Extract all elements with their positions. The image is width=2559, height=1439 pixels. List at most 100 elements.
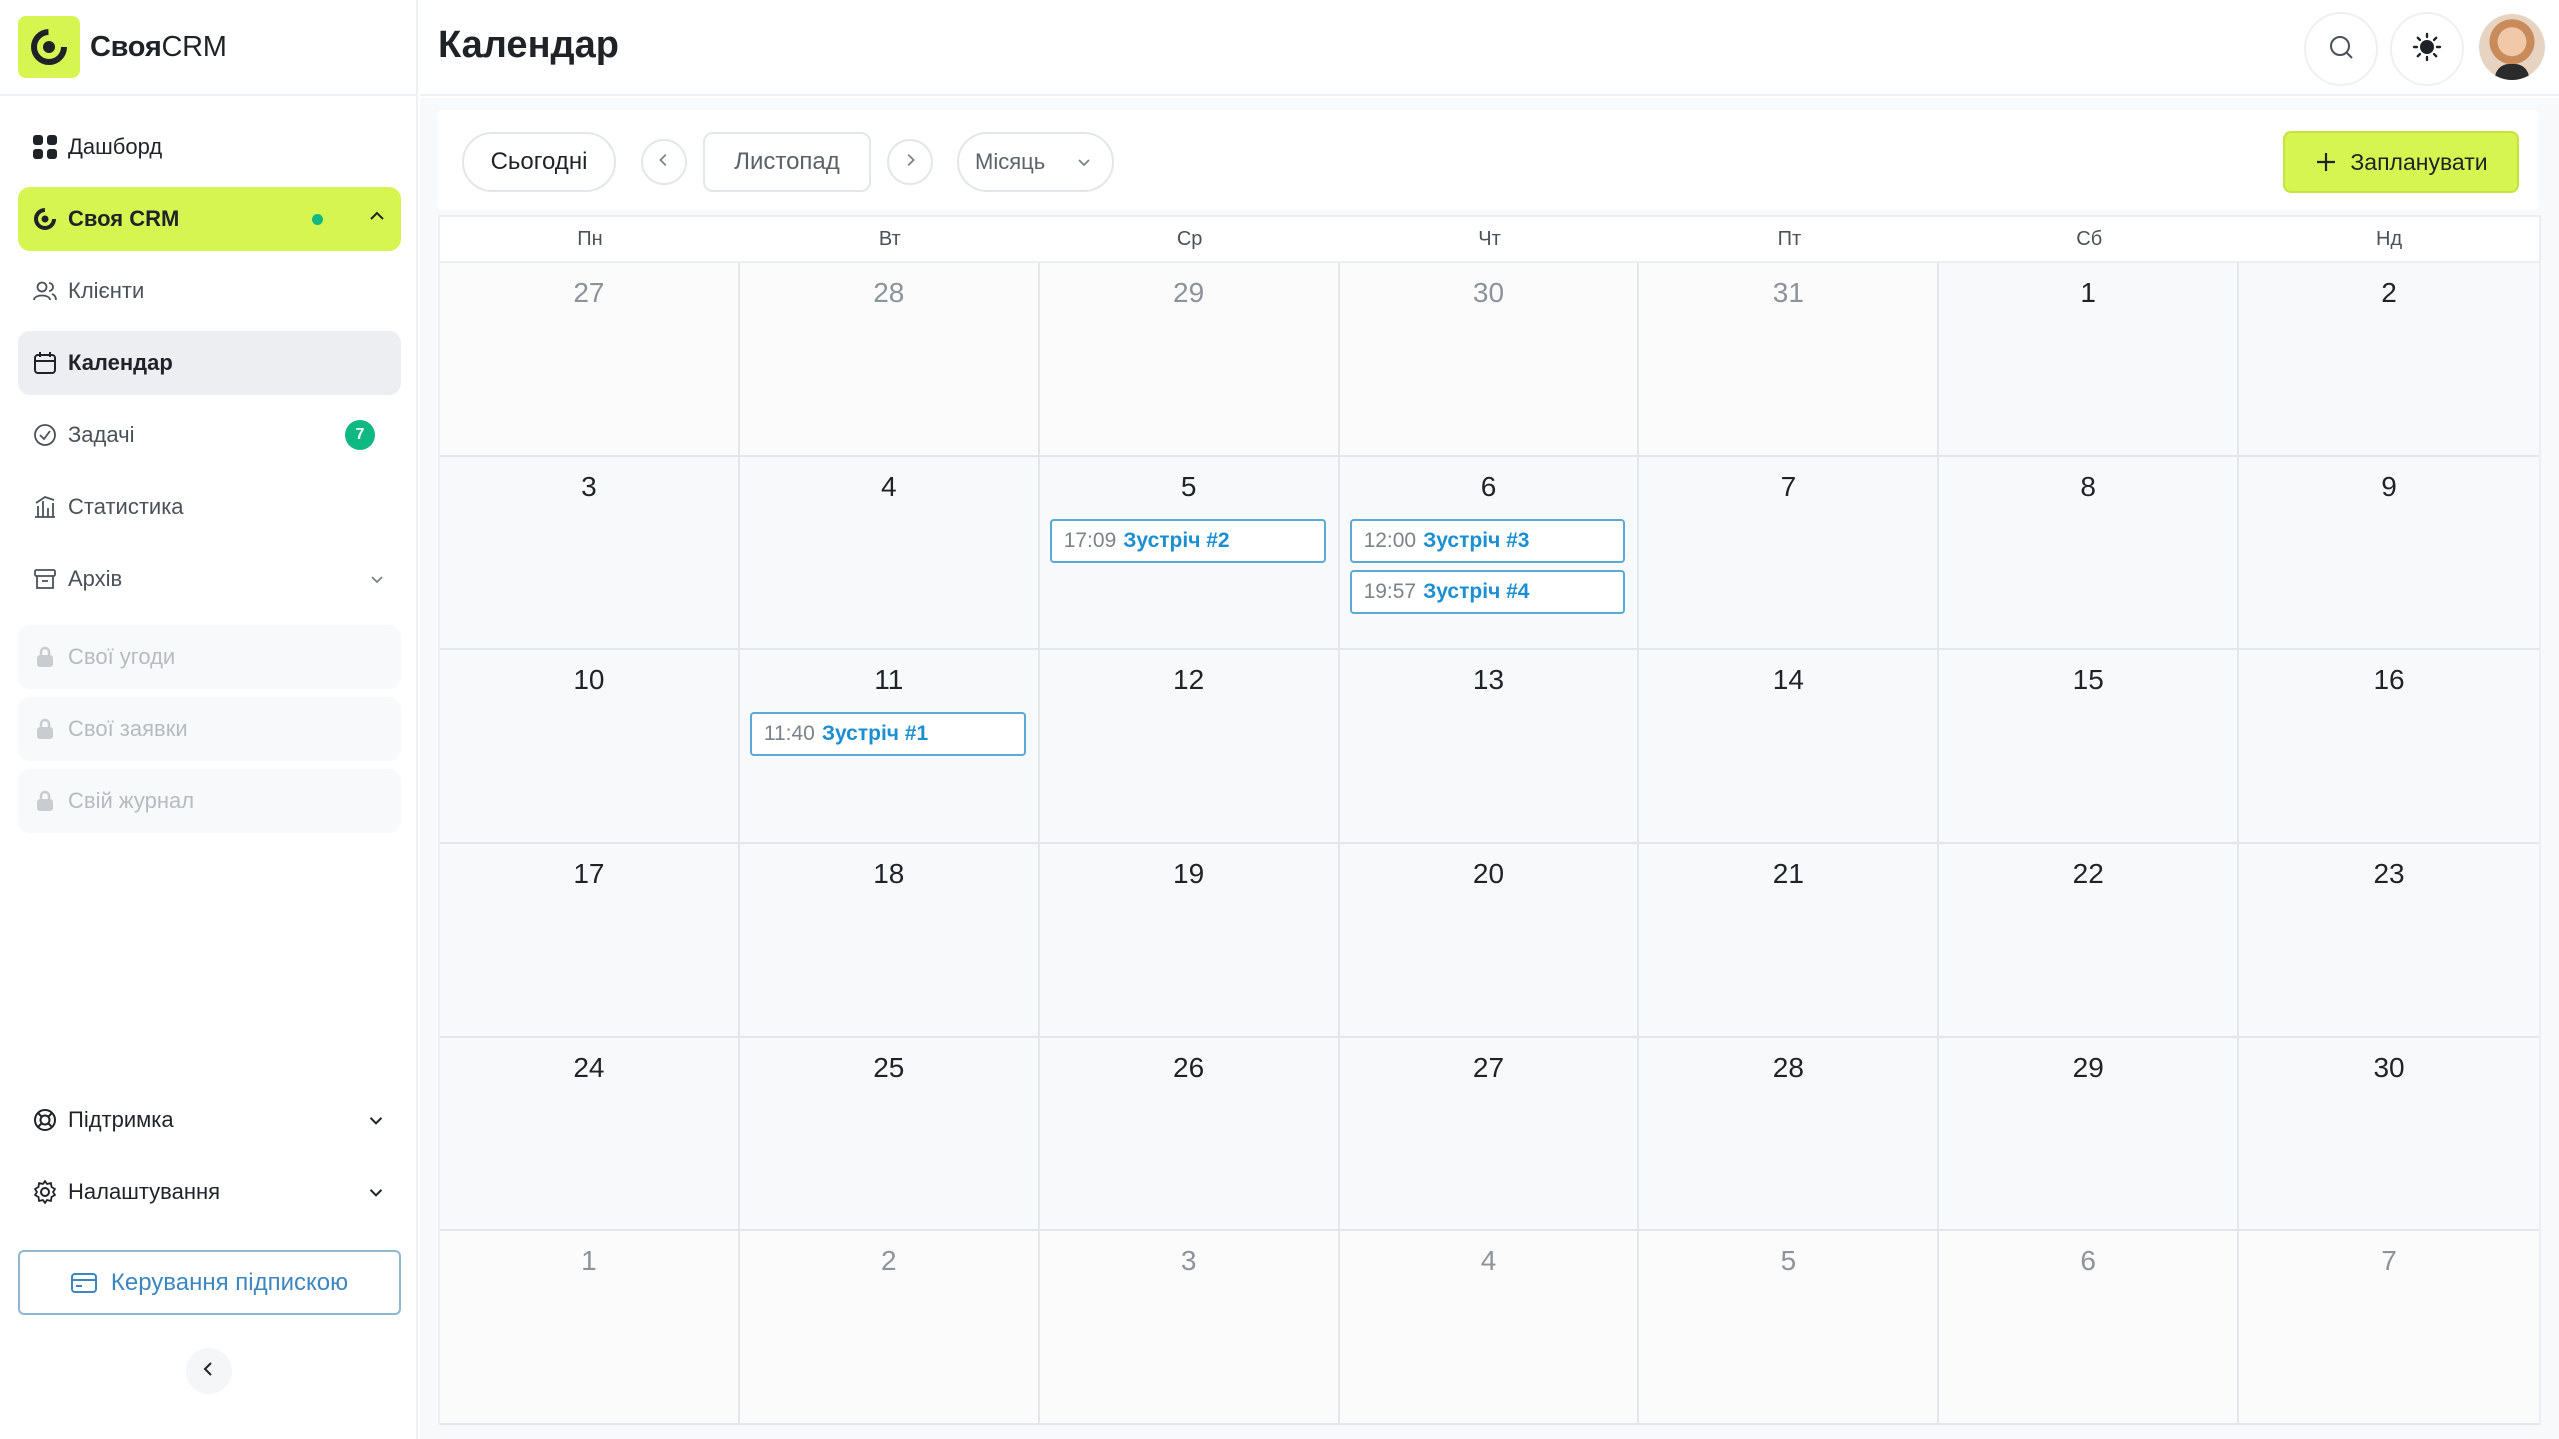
chevron-down-icon[interactable] bbox=[365, 1181, 387, 1203]
sidebar-item-support[interactable]: Підтримка bbox=[18, 1088, 401, 1152]
day-number: 18 bbox=[873, 858, 905, 889]
day-cell[interactable]: 28 bbox=[1639, 1037, 1940, 1232]
users-icon bbox=[30, 276, 60, 306]
next-month-button[interactable] bbox=[887, 139, 933, 185]
day-cell[interactable]: 17 bbox=[440, 844, 740, 1038]
day-cell[interactable]: 2 bbox=[2239, 263, 2539, 457]
day-cell[interactable]: 7 bbox=[2239, 1231, 2539, 1425]
tasks-count-badge: 7 bbox=[345, 420, 375, 450]
day-cell[interactable]: 31 bbox=[1639, 263, 1940, 457]
today-button[interactable]: Сьогодні bbox=[462, 132, 616, 192]
logo[interactable]: СвояCRM bbox=[0, 0, 418, 96]
day-cell[interactable]: 27 bbox=[1339, 1037, 1640, 1232]
day-cell[interactable]: 10 bbox=[440, 650, 740, 844]
day-number: 15 bbox=[2072, 664, 2104, 696]
day-cell[interactable]: 5 bbox=[1639, 1231, 1940, 1425]
day-cell[interactable]: 6 12:00 Зустріч #3 19:57 Зустріч #4 bbox=[1339, 456, 1640, 651]
sidebar-item-tasks[interactable]: Задачі 7 bbox=[18, 403, 401, 467]
page-title: Календар bbox=[438, 24, 619, 66]
day-cell[interactable]: 20 bbox=[1339, 844, 1640, 1038]
day-cell[interactable]: 13 bbox=[1339, 650, 1640, 844]
day-cell[interactable]: 3 bbox=[1039, 1231, 1340, 1425]
sidebar-item-label: Статистика bbox=[68, 494, 184, 519]
day-cell[interactable]: 3 bbox=[440, 456, 740, 651]
day-cell[interactable]: 5 17:09 Зустріч #2 bbox=[1039, 456, 1340, 651]
month-grid: 27 28 29 30 31 1 2 3 4 5 17:09 Зустріч #… bbox=[440, 263, 2539, 1425]
calendar-event[interactable]: 12:00 Зустріч #3 bbox=[1349, 518, 1626, 563]
sidebar-item-dashboard[interactable]: Дашборд bbox=[18, 115, 401, 179]
day-cell[interactable]: 23 bbox=[2239, 844, 2539, 1038]
sidebar-item-label: Свої заявки bbox=[68, 716, 188, 741]
collapse-sidebar-button[interactable] bbox=[186, 1348, 232, 1394]
day-number: 6 bbox=[1480, 470, 1497, 502]
day-cell[interactable]: 28 bbox=[739, 263, 1040, 457]
day-cell[interactable]: 21 bbox=[1639, 844, 1940, 1038]
day-number: 20 bbox=[1472, 858, 1505, 889]
chevron-up-icon[interactable] bbox=[367, 206, 387, 232]
day-cell[interactable]: 4 bbox=[1339, 1231, 1640, 1425]
day-cell[interactable]: 1 bbox=[440, 1231, 740, 1425]
sidebar-item-archive[interactable]: Архів bbox=[18, 547, 401, 611]
sidebar-item-crm[interactable]: Своя CRM bbox=[18, 187, 401, 251]
sun-icon bbox=[2411, 31, 2443, 68]
day-cell[interactable]: 19 bbox=[1039, 844, 1340, 1038]
day-cell[interactable]: 24 bbox=[440, 1037, 740, 1232]
day-cell[interactable]: 29 bbox=[1939, 1037, 2240, 1232]
calendar-event[interactable]: 11:40 Зустріч #1 bbox=[749, 712, 1026, 757]
day-cell[interactable]: 14 bbox=[1639, 650, 1940, 844]
day-cell[interactable]: 6 bbox=[1939, 1231, 2240, 1425]
avatar[interactable] bbox=[2479, 14, 2545, 80]
day-cell[interactable]: 11 11:40 Зустріч #1 bbox=[739, 650, 1040, 844]
day-cell[interactable]: 26 bbox=[1039, 1037, 1340, 1232]
day-cell[interactable]: 12 bbox=[1039, 650, 1340, 844]
day-cell[interactable]: 16 bbox=[2239, 650, 2539, 844]
sidebar-item-label: Дашборд bbox=[68, 134, 163, 159]
current-month-label: Листопад bbox=[703, 132, 871, 192]
sidebar-item-calendar[interactable]: Календар bbox=[18, 331, 401, 395]
day-cell[interactable]: 9 bbox=[2239, 456, 2539, 651]
calendar-event[interactable]: 17:09 Зустріч #2 bbox=[1049, 518, 1326, 563]
day-cell[interactable]: 22 bbox=[1939, 844, 2240, 1038]
prev-month-button[interactable] bbox=[641, 139, 687, 185]
day-cell[interactable]: 7 bbox=[1639, 456, 1940, 651]
view-select[interactable]: Місяць bbox=[957, 132, 1114, 192]
day-cell[interactable]: 27 bbox=[440, 263, 740, 457]
lock-icon bbox=[30, 714, 60, 744]
sidebar-item-settings[interactable]: Налаштування bbox=[18, 1160, 401, 1224]
theme-toggle-button[interactable] bbox=[2390, 12, 2464, 86]
sidebar-item-clients[interactable]: Клієнти bbox=[18, 259, 401, 323]
day-number: 19 bbox=[1173, 858, 1205, 889]
day-number: 9 bbox=[2381, 470, 2397, 502]
day-cell[interactable]: 29 bbox=[1039, 263, 1340, 457]
weekday-label: Нд bbox=[2376, 227, 2403, 250]
day-cell[interactable]: 8 bbox=[1939, 456, 2240, 651]
day-cell[interactable]: 30 bbox=[2239, 1037, 2539, 1232]
day-cell[interactable]: 25 bbox=[739, 1037, 1040, 1232]
search-button[interactable] bbox=[2304, 12, 2378, 86]
sidebar-item-label: Налаштування bbox=[68, 1179, 221, 1204]
event-title: Зустріч #2 bbox=[1123, 528, 1230, 552]
chevron-down-icon bbox=[1074, 152, 1094, 172]
chevron-down-icon[interactable] bbox=[367, 569, 387, 589]
weekday-header: Пн Вт Ср Чт Пт Сб Нд bbox=[440, 217, 2539, 263]
day-number: 29 bbox=[1173, 277, 1205, 308]
day-cell[interactable]: 2 bbox=[739, 1231, 1040, 1425]
day-number: 27 bbox=[573, 277, 605, 308]
grid-icon bbox=[30, 132, 60, 162]
schedule-button-label: Запланувати bbox=[2350, 148, 2488, 175]
day-cell[interactable]: 15 bbox=[1939, 650, 2240, 844]
chevron-right-icon bbox=[901, 151, 919, 174]
day-cell[interactable]: 4 bbox=[739, 456, 1040, 651]
weekday-label: Сб bbox=[2076, 227, 2103, 250]
logo-icon bbox=[18, 16, 80, 78]
chevron-down-icon[interactable] bbox=[365, 1109, 387, 1131]
day-cell[interactable]: 30 bbox=[1339, 263, 1640, 457]
sidebar-item-statistics[interactable]: Статистика bbox=[18, 475, 401, 539]
archive-icon bbox=[30, 564, 60, 594]
day-cell[interactable]: 1 bbox=[1939, 263, 2240, 457]
manage-subscription-button[interactable]: Керування підпискою bbox=[18, 1250, 401, 1315]
day-cell[interactable]: 18 bbox=[739, 844, 1040, 1038]
day-number: 13 bbox=[1472, 664, 1505, 696]
schedule-button[interactable]: Запланувати bbox=[2283, 131, 2519, 193]
calendar-event[interactable]: 19:57 Зустріч #4 bbox=[1349, 569, 1626, 614]
